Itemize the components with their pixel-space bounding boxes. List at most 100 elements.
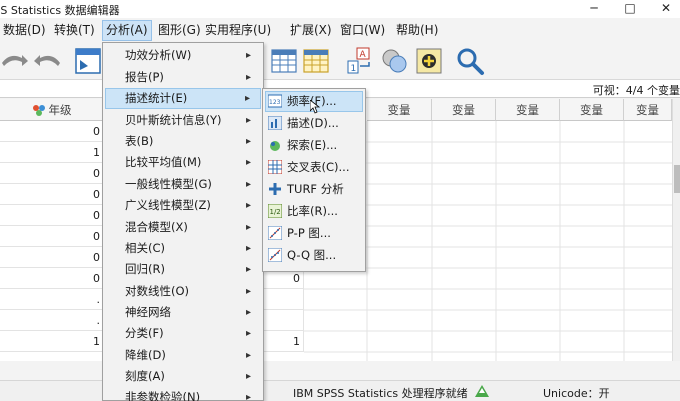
spelling-icon[interactable] [414,46,444,76]
window-title: IBM SPSS Statistics 数据编辑器 [0,4,120,17]
scroll-thumb[interactable] [674,165,680,193]
menu-item-label: 神经网络 [125,305,171,319]
variables-icon[interactable] [302,46,332,76]
visible-variables-count: 可视：4/4 个变量 [592,84,680,97]
menu-item-label: 比较平均值(M) [125,155,202,169]
column-header-grade[interactable]: 年级 [0,99,104,121]
table-cell[interactable]: 1 [0,331,104,352]
value-labels-icon[interactable]: A 1 [345,46,375,76]
menu-item-classify[interactable]: 分类(F) ▸ [105,323,261,344]
menu-item-tables[interactable]: 表(B) ▸ [105,131,261,152]
menu-item-crosstabs[interactable]: 交叉表(C)... [265,157,363,178]
vertical-scrollbar[interactable] [672,99,680,361]
submenu-arrow-icon: ▸ [245,350,251,361]
use-sets-icon[interactable] [380,46,410,76]
column-header-var[interactable]: 变量 [432,99,496,121]
menu-item-general-linear-model[interactable]: 一般线性模型(G) ▸ [105,174,261,195]
submenu-arrow-icon: ▸ [245,136,251,147]
menu-item-label: 比率(R)... [287,204,338,218]
table-cell[interactable]: 0 [0,184,104,205]
submenu-arrow-icon: ▸ [245,115,251,126]
submenu-arrow-icon: ▸ [245,392,251,401]
menu-item-dimension-reduction[interactable]: 降维(D) ▸ [105,345,261,366]
mouse-pointer-icon [310,100,320,114]
maximize-button[interactable]: □ [612,0,648,18]
descriptives-icon [268,116,282,130]
table-cell[interactable]: 0 [0,163,104,184]
table-cell[interactable]: 0 [0,205,104,226]
table-cell[interactable]: 0 [0,268,104,289]
menu-item-pp-plot[interactable]: P-P 图... [265,223,363,244]
table-cell[interactable]: 0 [0,247,104,268]
menu-help[interactable]: 帮助(H) [393,20,441,41]
ratio-icon: 1/2 [268,204,282,218]
menu-item-label: 功效分析(W) [125,48,192,62]
submenu-arrow-icon: ▸ [245,50,251,61]
column-header-var[interactable]: 变量 [560,99,624,121]
table-cell[interactable]: 1 [0,142,104,163]
menu-item-label: 广义线性模型(Z) [125,198,211,212]
menu-item-descriptives[interactable]: 描述(D)... [265,113,363,134]
table-cell[interactable] [264,289,304,310]
redo-icon[interactable] [32,46,62,76]
menu-item-nonparametric-tests[interactable]: 非参数检验(N) ▸ [105,387,261,401]
goto-case-icon[interactable] [74,46,104,76]
menu-item-label: 描述(D)... [287,116,339,130]
spss-data-editor-window: IBM SPSS Statistics 数据编辑器 ─ □ ✕ 数据(D) 转换… [0,0,680,401]
menu-item-turf[interactable]: TURF 分析 [265,179,363,200]
menu-graphs[interactable]: 图形(G) [155,20,204,41]
menu-item-reports[interactable]: 报告(P) ▸ [105,67,261,88]
menu-item-power-analysis[interactable]: 功效分析(W) ▸ [105,45,261,66]
menu-utilities[interactable]: 实用程序(U) [202,20,274,41]
submenu-arrow-icon: ▸ [245,328,251,339]
submenu-arrow-icon: ▸ [245,72,251,83]
menu-item-label: 贝叶斯统计信息(Y) [125,113,222,127]
menu-item-explore[interactable]: 探索(E)... [265,135,363,156]
menu-bar: 数据(D) 转换(T) 分析(A) 图形(G) 实用程序(U) 扩展(X) 窗口… [0,20,680,41]
column-header-var[interactable]: 变量 [496,99,560,121]
menu-item-compare-means[interactable]: 比较平均值(M) ▸ [105,152,261,173]
table-cell[interactable]: 0 [0,121,104,142]
column-header-var[interactable]: 变量 [367,99,432,121]
menu-extensions[interactable]: 扩展(X) [287,20,335,41]
menu-transform[interactable]: 转换(T) [51,20,98,41]
table-cell[interactable] [264,310,304,331]
menu-item-qq-plot[interactable]: Q-Q 图... [265,245,363,266]
submenu-arrow-icon: ▸ [245,243,251,254]
menu-item-neural-networks[interactable]: 神经网络 ▸ [105,302,261,323]
column-header-label: 年级 [48,103,72,117]
menu-data[interactable]: 数据(D) [0,20,49,41]
column-header-var[interactable]: 变量 [624,99,672,121]
processor-ready-icon [475,385,489,397]
table-cell[interactable]: 1 [264,331,304,352]
turf-icon [269,183,281,195]
menu-item-bayesian[interactable]: 贝叶斯统计信息(Y) ▸ [105,110,261,131]
menu-item-regression[interactable]: 回归(R) ▸ [105,259,261,280]
menu-item-label: 非参数检验(N) [125,390,201,401]
qq-plot-icon [268,248,282,262]
menu-item-loglinear[interactable]: 对数线性(O) ▸ [105,281,261,302]
menu-window[interactable]: 窗口(W) [337,20,388,41]
undo-icon[interactable] [0,46,30,76]
close-button[interactable]: ✕ [648,0,680,18]
menu-item-generalized-linear-model[interactable]: 广义线性模型(Z) ▸ [105,195,261,216]
table-cell[interactable]: . [0,310,104,331]
pp-plot-icon [268,226,282,240]
menu-item-correlate[interactable]: 相关(C) ▸ [105,238,261,259]
menu-analyze[interactable]: 分析(A) [102,20,152,41]
menu-item-label: P-P 图... [287,226,331,240]
menu-item-mixed-models[interactable]: 混合模型(X) ▸ [105,217,261,238]
menu-item-scale[interactable]: 刻度(A) ▸ [105,366,261,387]
table-cell[interactable]: 0 [0,226,104,247]
submenu-arrow-icon: ▸ [244,93,250,104]
submenu-arrow-icon: ▸ [245,371,251,382]
grid-table-icon[interactable] [270,46,300,76]
menu-item-ratio[interactable]: 1/2 比率(R)... [265,201,363,222]
unicode-status: Unicode：开 [543,387,610,400]
menu-item-label: 刻度(A) [125,369,165,383]
table-cell[interactable]: . [0,289,104,310]
minimize-button[interactable]: ─ [576,0,612,18]
menu-item-descriptive-statistics[interactable]: 描述统计(E) ▸ [105,88,261,109]
menu-item-label: 描述统计(E) [125,91,188,105]
search-icon[interactable] [455,46,485,76]
